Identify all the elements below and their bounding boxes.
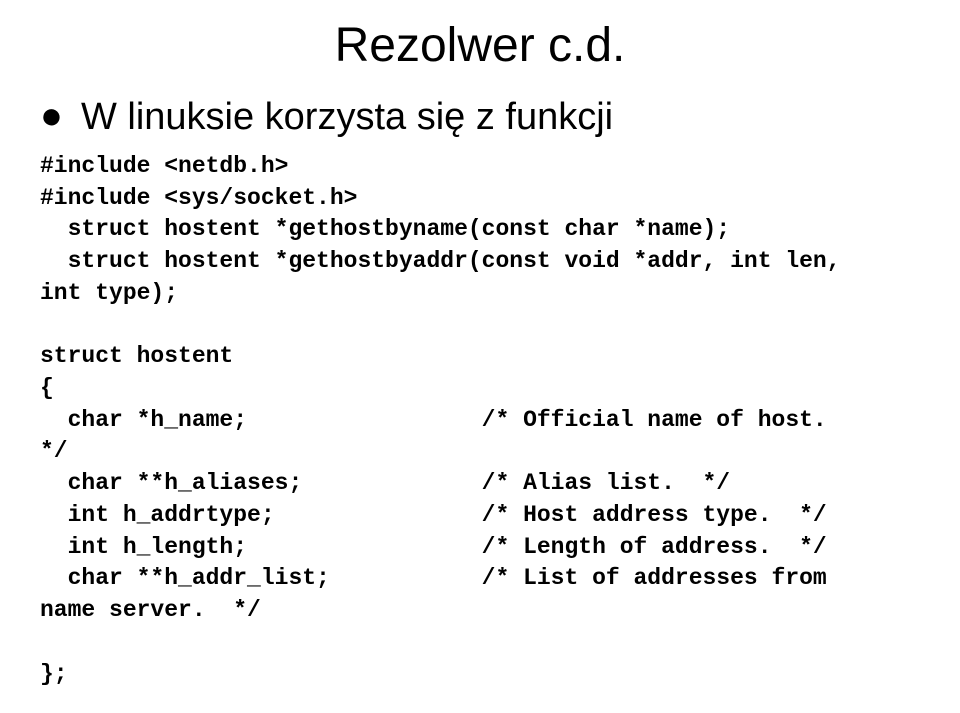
bullet-item: ● W linuksie korzysta się z funkcji <box>40 97 920 139</box>
bullet-marker: ● <box>40 97 63 135</box>
code-block: #include <netdb.h> #include <sys/socket.… <box>40 151 920 690</box>
bullet-text: W linuksie korzysta się z funkcji <box>81 97 613 139</box>
slide-title: Rezolwer c.d. <box>40 18 920 73</box>
